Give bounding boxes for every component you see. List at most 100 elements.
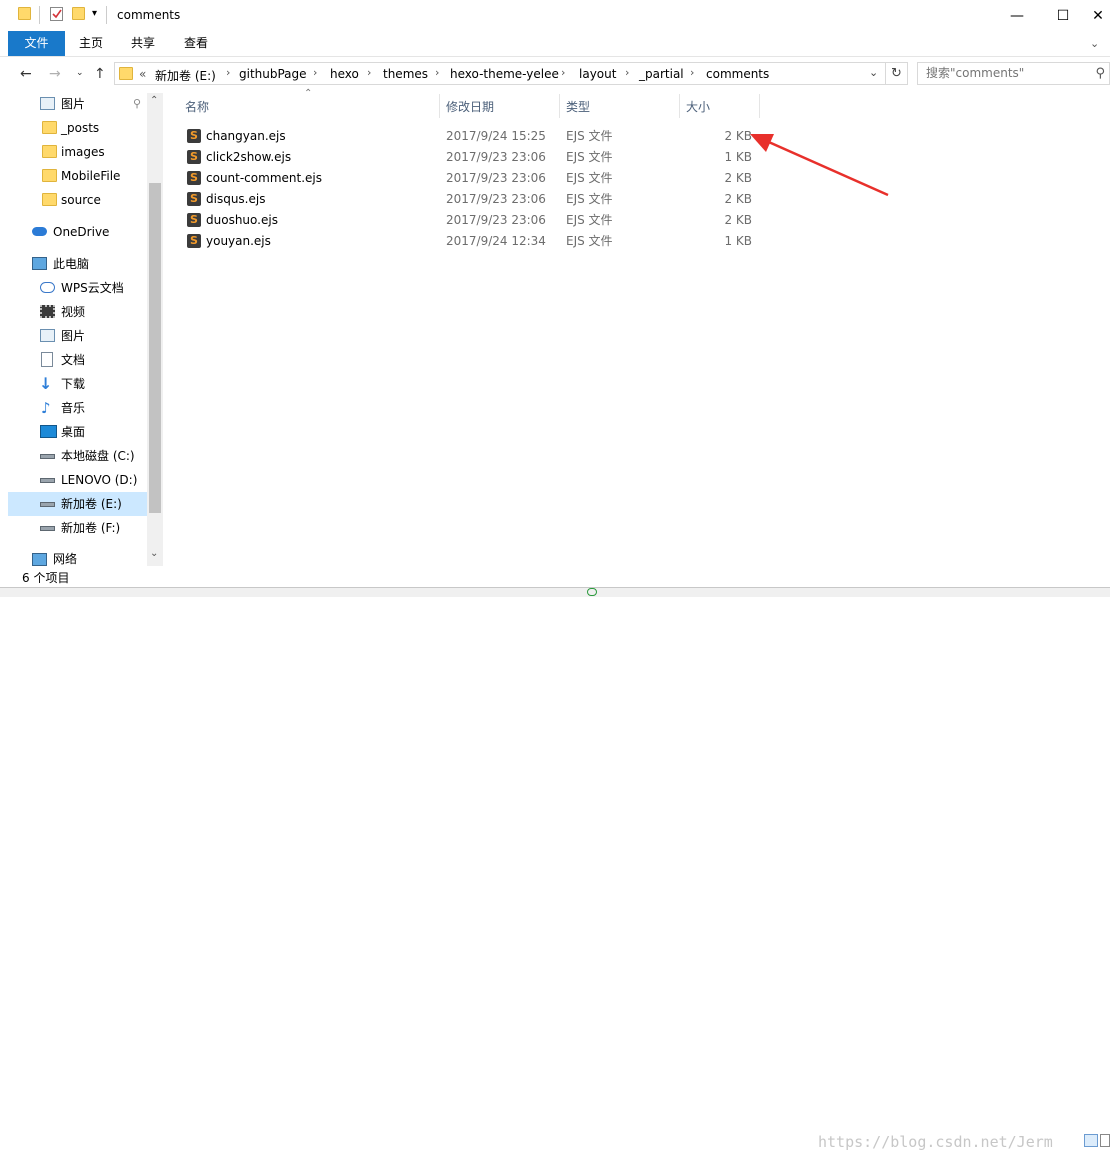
details-view-icon[interactable] xyxy=(1084,1134,1098,1147)
column-header-name[interactable]: 名称 xyxy=(185,98,209,115)
scroll-down-icon[interactable]: ⌄ xyxy=(150,548,158,559)
search-input[interactable] xyxy=(926,66,1086,80)
file-name: count-comment.ejs xyxy=(206,171,322,185)
nav-label: 本地磁盘 (C:) xyxy=(61,449,135,463)
file-row[interactable]: S changyan.ejs 2017/9/24 15:25 EJS 文件 2 … xyxy=(180,126,760,147)
nav-quick-posts[interactable]: _posts xyxy=(8,116,148,140)
nav-pictures[interactable]: 图片 xyxy=(8,324,148,348)
overflow-crumbs[interactable]: « xyxy=(139,67,146,81)
nav-documents[interactable]: 文档 xyxy=(8,348,148,372)
new-folder-icon[interactable] xyxy=(72,7,85,20)
close-button[interactable]: ✕ xyxy=(1086,0,1110,31)
column-header-type[interactable]: 类型 xyxy=(566,98,590,115)
tab-view[interactable]: 查看 xyxy=(175,31,217,56)
properties-icon[interactable] xyxy=(50,7,63,21)
maximize-button[interactable]: ☐ xyxy=(1040,0,1086,31)
breadcrumb-separator-icon[interactable]: › xyxy=(226,66,230,79)
file-date: 2017/9/23 23:06 xyxy=(446,192,546,206)
minimize-icon: — xyxy=(1010,7,1024,24)
address-dropdown-icon[interactable]: ⌄ xyxy=(869,66,878,79)
address-bar[interactable]: « 新加卷 (E:) › githubPage › hexo › themes … xyxy=(114,62,886,85)
file-row[interactable]: S count-comment.ejs 2017/9/23 23:06 EJS … xyxy=(180,168,760,189)
scroll-thumb[interactable] xyxy=(149,183,161,513)
nav-drive-e[interactable]: 新加卷 (E:) xyxy=(8,492,148,516)
search-box[interactable]: ⚲ xyxy=(917,62,1110,85)
file-date: 2017/9/23 23:06 xyxy=(446,213,546,227)
breadcrumb-hexo-theme-yelee[interactable]: hexo-theme-yelee xyxy=(450,67,559,81)
breadcrumb-hexo[interactable]: hexo xyxy=(330,67,359,81)
folder-icon xyxy=(42,169,57,182)
file-type: EJS 文件 xyxy=(566,129,613,143)
nav-quick-source[interactable]: source xyxy=(8,188,148,212)
scroll-up-icon[interactable]: ⌃ xyxy=(150,95,158,106)
nav-wps-cloud[interactable]: WPS云文档 xyxy=(8,276,148,300)
column-divider[interactable] xyxy=(679,94,680,118)
cloud-icon xyxy=(32,227,47,236)
expand-ribbon-icon[interactable]: ⌄ xyxy=(1090,37,1099,50)
column-header-size[interactable]: 大小 xyxy=(686,98,710,115)
forward-button[interactable]: → xyxy=(49,66,61,82)
breadcrumb-separator-icon[interactable]: › xyxy=(313,66,317,79)
view-buttons xyxy=(1084,1132,1110,1150)
breadcrumb-themes[interactable]: themes xyxy=(383,67,428,81)
pin-icon[interactable]: ⚲ xyxy=(133,92,141,116)
file-row[interactable]: S duoshuo.ejs 2017/9/23 23:06 EJS 文件 2 K… xyxy=(180,210,760,231)
search-icon[interactable]: ⚲ xyxy=(1095,66,1105,81)
tab-home[interactable]: 主页 xyxy=(70,31,112,56)
file-row[interactable]: S disqus.ejs 2017/9/23 23:06 EJS 文件 2 KB xyxy=(180,189,760,210)
ejs-file-icon: S xyxy=(187,171,201,185)
nav-label: 图片 xyxy=(61,97,86,111)
file-type: EJS 文件 xyxy=(566,171,613,185)
large-icons-view-icon[interactable] xyxy=(1100,1134,1110,1147)
file-name: changyan.ejs xyxy=(206,129,286,143)
navigation-pane: 图片 ⚲ _posts images MobileFile source One… xyxy=(8,91,163,566)
file-name: duoshuo.ejs xyxy=(206,213,278,227)
refresh-button[interactable]: ↻ xyxy=(886,62,908,85)
video-icon xyxy=(40,305,55,318)
nav-drive-d[interactable]: LENOVO (D:) xyxy=(8,468,148,492)
breadcrumb-drive-e[interactable]: 新加卷 (E:) xyxy=(155,67,216,84)
up-button[interactable]: ↑ xyxy=(94,66,106,82)
pictures-icon xyxy=(40,329,55,342)
breadcrumb-separator-icon[interactable]: › xyxy=(625,66,629,79)
tab-share[interactable]: 共享 xyxy=(122,31,164,56)
nav-this-pc[interactable]: 此电脑 xyxy=(8,252,148,276)
nav-drive-c[interactable]: 本地磁盘 (C:) xyxy=(8,444,148,468)
nav-drive-f[interactable]: 新加卷 (F:) xyxy=(8,516,148,540)
tab-file[interactable]: 文件 xyxy=(8,31,65,56)
minimize-button[interactable]: — xyxy=(994,0,1040,31)
breadcrumb-githubpage[interactable]: githubPage xyxy=(239,67,307,81)
file-row[interactable]: S click2show.ejs 2017/9/23 23:06 EJS 文件 … xyxy=(180,147,760,168)
nav-label: _posts xyxy=(61,121,100,135)
breadcrumb-separator-icon[interactable]: › xyxy=(690,66,694,79)
nav-desktop[interactable]: 桌面 xyxy=(8,420,148,444)
nav-quick-images[interactable]: images xyxy=(8,140,148,164)
ribbon-tabs: 文件 主页 共享 查看 ⌄ xyxy=(0,31,1110,56)
column-divider[interactable] xyxy=(759,94,760,118)
breadcrumb-comments[interactable]: comments xyxy=(706,67,769,81)
nav-quick-mobilefile[interactable]: MobileFile xyxy=(8,164,148,188)
file-type: EJS 文件 xyxy=(566,213,613,227)
back-button[interactable]: ← xyxy=(20,66,32,82)
quick-access-dropdown-icon[interactable]: ▾ xyxy=(92,8,97,19)
breadcrumb-partial[interactable]: _partial xyxy=(639,67,684,81)
nav-videos[interactable]: 视频 xyxy=(8,300,148,324)
file-type: EJS 文件 xyxy=(566,150,613,164)
file-row[interactable]: S youyan.ejs 2017/9/24 12:34 EJS 文件 1 KB xyxy=(180,231,760,252)
breadcrumb-separator-icon[interactable]: › xyxy=(435,66,439,79)
breadcrumb-separator-icon[interactable]: › xyxy=(367,66,371,79)
nav-quick-pictures[interactable]: 图片 ⚲ xyxy=(8,92,148,116)
breadcrumb-separator-icon[interactable]: › xyxy=(561,66,565,79)
breadcrumb-layout[interactable]: layout xyxy=(579,67,616,81)
nav-downloads[interactable]: ↓ 下载 xyxy=(8,372,148,396)
nav-music[interactable]: ♪ 音乐 xyxy=(8,396,148,420)
file-name: disqus.ejs xyxy=(206,192,266,206)
column-divider[interactable] xyxy=(439,94,440,118)
nav-onedrive[interactable]: OneDrive xyxy=(8,220,148,244)
column-header-date[interactable]: 修改日期 xyxy=(446,98,494,115)
recent-locations-icon[interactable]: ⌄ xyxy=(76,68,84,78)
column-divider[interactable] xyxy=(559,94,560,118)
nav-scrollbar[interactable]: ⌃ ⌄ xyxy=(147,93,163,566)
file-date: 2017/9/24 15:25 xyxy=(446,129,546,143)
network-icon xyxy=(32,553,47,566)
